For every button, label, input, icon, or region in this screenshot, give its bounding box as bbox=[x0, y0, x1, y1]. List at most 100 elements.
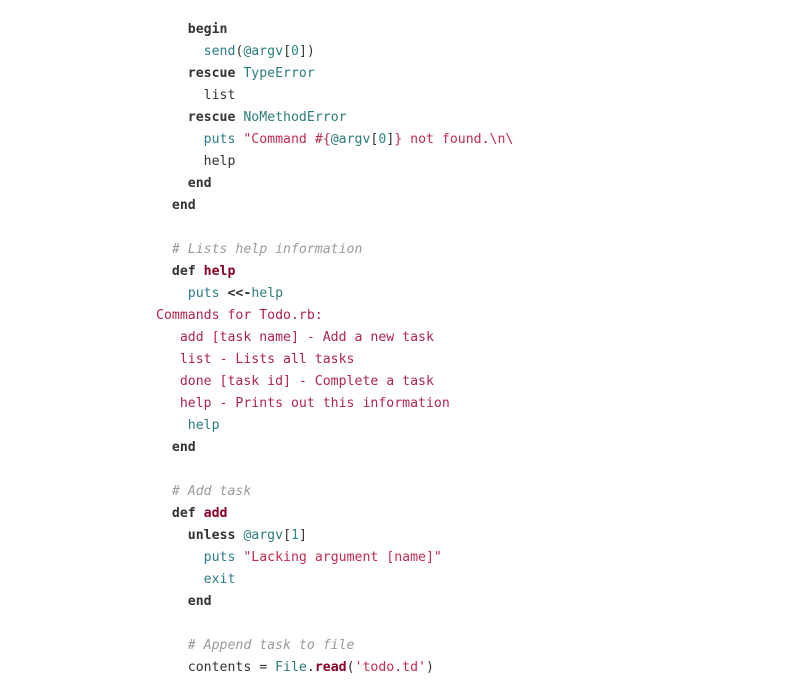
code-line: end bbox=[156, 437, 513, 459]
code-line: puts "Lacking argument [name]" bbox=[156, 547, 513, 569]
code-line: # Append task to file bbox=[156, 635, 513, 657]
token-plain-text: ]) bbox=[298, 44, 315, 59]
token-string: "Command #{ bbox=[243, 132, 331, 147]
token-constant: TypeError bbox=[243, 66, 315, 81]
code-line: add [task name] - Add a new task bbox=[156, 327, 513, 349]
token-plain-text: [ bbox=[283, 528, 292, 543]
token-keyword: <<- bbox=[227, 286, 252, 301]
code-line: help bbox=[156, 151, 513, 173]
token-function-name: help bbox=[203, 264, 236, 279]
token-builtin: send bbox=[203, 44, 236, 59]
code-line: ​ bbox=[156, 217, 513, 239]
token-plain-text: ( bbox=[346, 660, 355, 675]
code-line: def help bbox=[156, 261, 513, 283]
token-keyword: rescue bbox=[187, 66, 236, 81]
token-keyword: def bbox=[171, 264, 196, 279]
token-number: 1 bbox=[291, 528, 299, 543]
token-comment: # Add task bbox=[171, 484, 252, 499]
code-line: puts "Command #{@argv[0]} not found.\n\ bbox=[156, 129, 514, 151]
token-plain-text: [ bbox=[283, 44, 292, 59]
code-block: begin send(@argv[0]) rescue TypeError li… bbox=[156, 19, 513, 679]
token-keyword: rescue bbox=[187, 110, 236, 125]
token-heredoc-text: list - Lists all tasks bbox=[179, 352, 355, 367]
token-keyword: unless bbox=[187, 528, 236, 543]
code-line: # Lists help information bbox=[156, 239, 513, 261]
code-line: begin bbox=[156, 19, 513, 41]
code-line: help bbox=[156, 415, 513, 437]
code-line: list - Lists all tasks bbox=[156, 349, 513, 371]
code-line: ​ bbox=[156, 613, 513, 635]
token-builtin: exit bbox=[203, 572, 236, 587]
token-plain-text: ) bbox=[426, 660, 434, 675]
token-instance-variable: @argv bbox=[243, 528, 284, 543]
token-comment: # Append task to file bbox=[187, 638, 355, 653]
token-string: "Lacking argument [name]" bbox=[243, 550, 442, 565]
token-constant: NoMethodError bbox=[243, 110, 347, 125]
token-keyword: end bbox=[187, 176, 212, 191]
code-line: unless @argv[1] bbox=[156, 525, 513, 547]
code-line: send(@argv[0]) bbox=[156, 41, 513, 63]
token-plain-text: . bbox=[306, 660, 315, 675]
token-heredoc-delimiter: help bbox=[251, 286, 284, 301]
token-heredoc-text: done [task id] - Complete a task bbox=[179, 374, 434, 389]
code-line: exit bbox=[156, 569, 513, 591]
token-heredoc-text: help - Prints out this information bbox=[179, 396, 450, 411]
token-plain-text: contents = bbox=[187, 660, 276, 675]
token-instance-variable: @argv bbox=[243, 44, 284, 59]
code-line: Commands for Todo.rb: bbox=[156, 305, 513, 327]
token-keyword: end bbox=[171, 440, 196, 455]
token-plain-text bbox=[196, 506, 204, 521]
code-line: end bbox=[156, 591, 513, 613]
token-comment: # Lists help information bbox=[171, 242, 363, 257]
token-keyword: def bbox=[171, 506, 196, 521]
code-line: rescue TypeError bbox=[156, 63, 513, 85]
token-builtin: puts bbox=[203, 550, 236, 565]
code-line: end bbox=[156, 195, 513, 217]
token-builtin: puts bbox=[203, 132, 236, 147]
code-line: done [task id] - Complete a task bbox=[156, 371, 513, 393]
token-plain-text bbox=[196, 264, 204, 279]
code-line: ​ bbox=[156, 459, 513, 481]
token-keyword: end bbox=[187, 594, 212, 609]
token-string: 'todo.td' bbox=[354, 660, 427, 675]
token-plain-text: list bbox=[203, 88, 236, 103]
code-line: help - Prints out this information bbox=[156, 393, 513, 415]
code-line: contents = File.read('todo.td') bbox=[156, 657, 513, 679]
token-heredoc-text: Commands for Todo.rb: bbox=[156, 308, 323, 323]
token-builtin: puts bbox=[187, 286, 220, 301]
token-keyword: end bbox=[171, 198, 196, 213]
code-line: end bbox=[156, 173, 513, 195]
token-heredoc-text: add [task name] - Add a new task bbox=[179, 330, 434, 345]
token-string: } not found.\n\ bbox=[394, 132, 514, 147]
token-instance-variable: @argv bbox=[330, 132, 371, 147]
token-constant: File bbox=[275, 660, 307, 675]
token-function-name: add bbox=[203, 506, 228, 521]
code-line: rescue NoMethodError bbox=[156, 107, 513, 129]
code-line: puts <<-help bbox=[156, 283, 513, 305]
token-plain-text: help bbox=[203, 154, 236, 169]
token-plain-text: ] bbox=[298, 528, 307, 543]
code-line: list bbox=[156, 85, 513, 107]
